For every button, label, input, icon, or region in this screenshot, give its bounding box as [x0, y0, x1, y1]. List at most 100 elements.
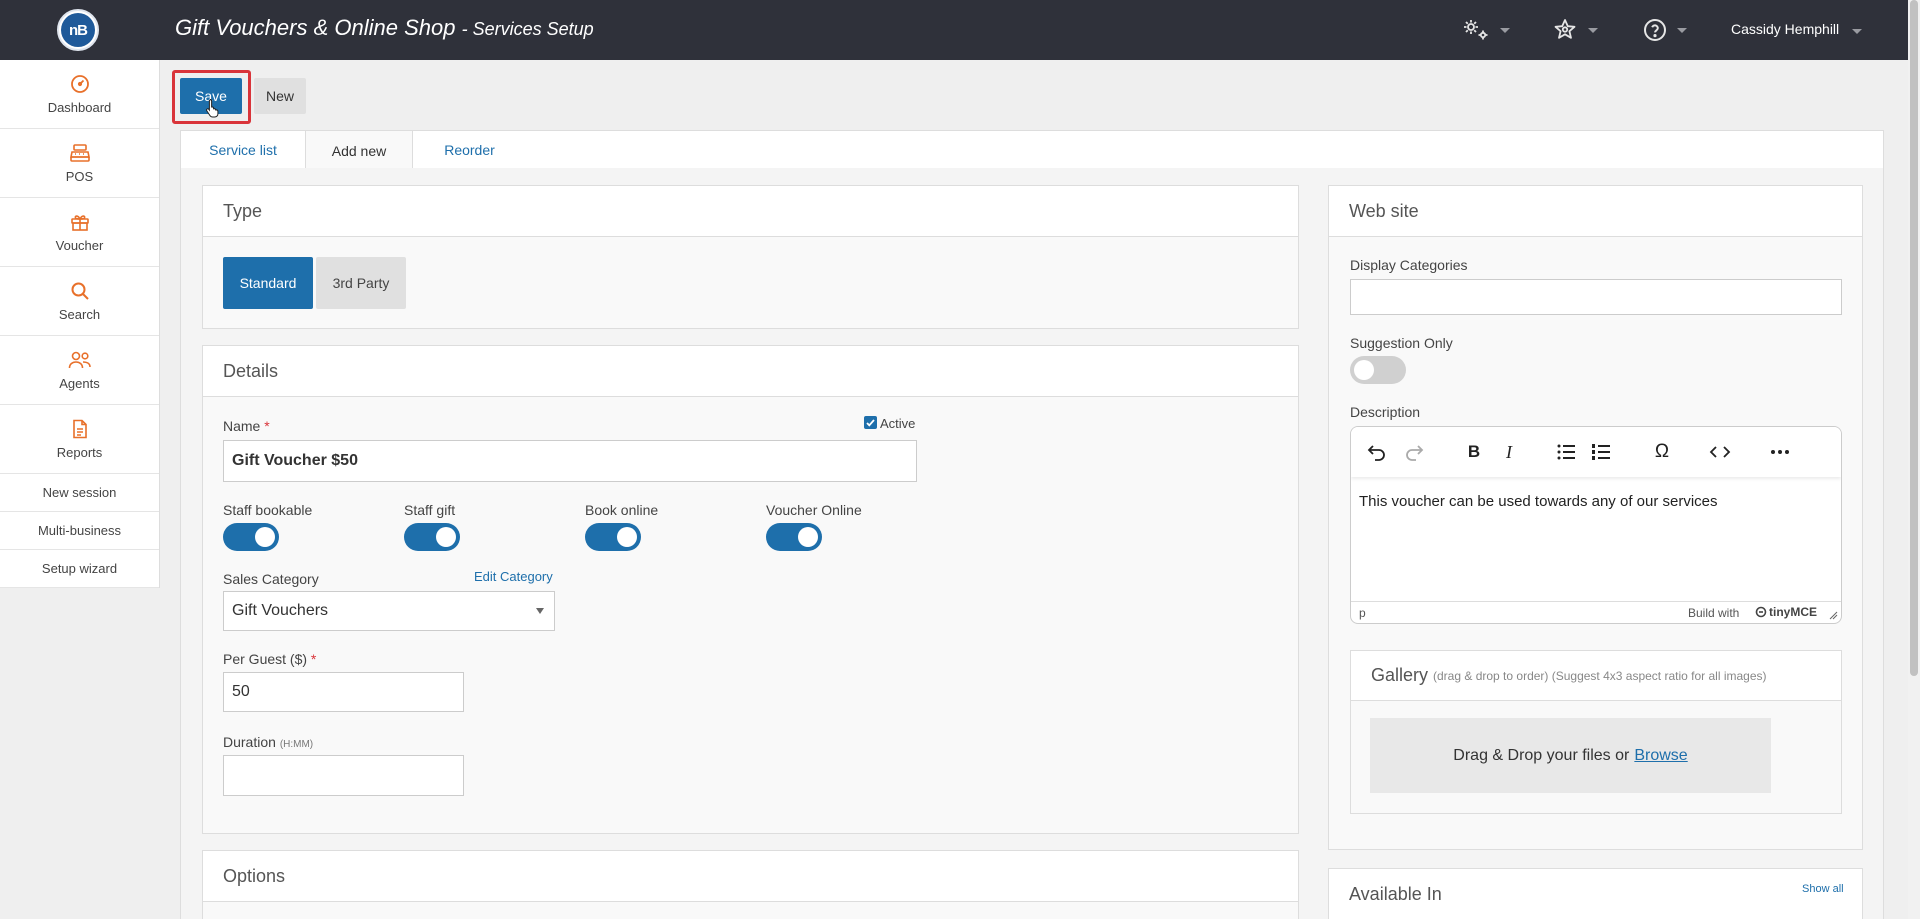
- bold-button[interactable]: B: [1463, 441, 1485, 463]
- staff-bookable-toggle[interactable]: [223, 523, 279, 551]
- agents-icon: [68, 351, 91, 368]
- source-code-button[interactable]: [1709, 441, 1731, 463]
- tab-service-list[interactable]: Service list: [181, 131, 305, 169]
- code-icon: [1709, 446, 1731, 458]
- special-char-button[interactable]: Ω: [1651, 441, 1673, 463]
- help-icon: [1644, 19, 1666, 41]
- sidebar-item-label: Reports: [56, 444, 103, 460]
- italic-button[interactable]: I: [1498, 441, 1520, 463]
- staff-bookable-label: Staff bookable: [223, 502, 313, 518]
- sidebar-link-new-session[interactable]: New session: [0, 474, 159, 512]
- duration-input[interactable]: [223, 755, 464, 796]
- duration-label: Duration (H:MM): [223, 734, 313, 750]
- sidebar: Dashboard POS Voucher Search Agents Repo…: [0, 60, 160, 588]
- type-3rd-party-button[interactable]: 3rd Party: [316, 257, 406, 309]
- undo-icon: [1367, 445, 1385, 461]
- omega-icon: Ω: [1654, 441, 1670, 462]
- sidebar-item-search[interactable]: Search: [0, 267, 159, 336]
- sales-category-label: Sales Category: [223, 571, 319, 587]
- logo-mark: nB: [61, 13, 95, 47]
- new-button[interactable]: New: [254, 78, 306, 114]
- sidebar-link-setup-wizard[interactable]: Setup wizard: [0, 550, 159, 588]
- help-menu[interactable]: [1643, 17, 1687, 43]
- resize-handle-icon[interactable]: [1829, 611, 1838, 620]
- duration-format-note: (H:MM): [279, 739, 314, 750]
- undo-button[interactable]: [1366, 441, 1388, 463]
- name-input[interactable]: Gift Voucher $50: [223, 440, 917, 482]
- description-content[interactable]: This voucher can be used towards any of …: [1359, 493, 1718, 510]
- tab-reorder[interactable]: Reorder: [413, 131, 526, 169]
- check-icon: [866, 418, 875, 427]
- staff-gift-toggle[interactable]: [404, 523, 460, 551]
- numbered-list-button[interactable]: [1590, 441, 1612, 463]
- available-in-panel: Available In: [1328, 868, 1863, 919]
- bullet-list-button[interactable]: [1555, 441, 1577, 463]
- gift-icon: [70, 214, 89, 231]
- staff-gift-label: Staff gift: [404, 502, 456, 518]
- redo-icon: [1406, 445, 1424, 461]
- suggestion-only-toggle[interactable]: [1350, 356, 1406, 384]
- per-guest-label-text: Per Guest ($): [223, 651, 308, 667]
- sidebar-item-dashboard[interactable]: Dashboard: [0, 60, 159, 129]
- tab-add-new[interactable]: Add new: [305, 131, 413, 170]
- book-online-toggle[interactable]: [585, 523, 641, 551]
- user-menu[interactable]: Cassidy Hemphill: [1731, 21, 1839, 37]
- sales-category-select[interactable]: Gift Vouchers: [223, 591, 555, 631]
- page-title: Gift Vouchers & Online Shop - Services S…: [175, 15, 594, 41]
- tools-menu[interactable]: [1552, 17, 1598, 43]
- dropdown-arrow-icon: [536, 608, 544, 614]
- chevron-down-icon: [1588, 27, 1598, 33]
- bullet-list-icon: [1557, 444, 1575, 460]
- options-panel-title: Options: [203, 851, 1298, 902]
- tab-bar: Service list Add new Reorder: [180, 130, 1884, 170]
- description-editor: B I Ω This voucher can be used towards a…: [1350, 426, 1842, 624]
- show-all-link[interactable]: Show all: [1802, 883, 1844, 895]
- sidebar-item-pos[interactable]: POS: [0, 129, 159, 198]
- settings-menu[interactable]: [1462, 17, 1510, 43]
- details-panel-title: Details: [203, 346, 1298, 397]
- star-tools-icon: [1554, 19, 1576, 39]
- display-categories-input[interactable]: [1350, 279, 1842, 315]
- description-label: Description: [1350, 404, 1421, 420]
- cash-register-icon: [69, 143, 90, 162]
- chevron-down-icon: [1677, 27, 1687, 33]
- tinymce-logo-icon: [1755, 606, 1767, 618]
- sidebar-item-label: Agents: [59, 375, 100, 391]
- options-panel: Options: [202, 850, 1299, 919]
- type-standard-button[interactable]: Standard: [223, 257, 313, 309]
- chevron-down-icon[interactable]: [1852, 29, 1862, 34]
- scrollbar-thumb[interactable]: [1910, 0, 1918, 676]
- mouse-cursor-icon: [206, 99, 219, 118]
- voucher-online-toggle[interactable]: [766, 523, 822, 551]
- search-icon: [71, 282, 89, 300]
- browse-link[interactable]: Browse: [1634, 747, 1687, 765]
- display-categories-label: Display Categories: [1350, 257, 1468, 273]
- app-logo[interactable]: nB: [57, 9, 99, 51]
- numbered-list-icon: [1592, 444, 1610, 460]
- sidebar-item-agents[interactable]: Agents: [0, 336, 159, 405]
- editor-brand-prefix: Build with: [1688, 606, 1740, 620]
- website-panel-title: Web site: [1329, 186, 1862, 237]
- book-online-label: Book online: [585, 502, 659, 518]
- sidebar-item-voucher[interactable]: Voucher: [0, 198, 159, 267]
- sidebar-item-label: Voucher: [55, 237, 104, 253]
- gallery-panel-title: Gallery (drag & drop to order) (Suggest …: [1351, 651, 1841, 701]
- per-guest-input[interactable]: 50: [223, 672, 464, 712]
- sidebar-item-label: Dashboard: [47, 99, 112, 115]
- sidebar-link-multi-business[interactable]: Multi-business: [0, 512, 159, 550]
- type-panel-title: Type: [203, 186, 1298, 237]
- edit-category-link[interactable]: Edit Category: [474, 569, 553, 584]
- editor-path: p: [1359, 606, 1366, 620]
- sidebar-item-reports[interactable]: Reports: [0, 405, 159, 474]
- sidebar-item-label: Search: [58, 306, 101, 322]
- gallery-hint: (drag & drop to order) (Suggest 4x3 aspe…: [1433, 668, 1767, 683]
- more-button[interactable]: [1769, 441, 1791, 463]
- sidebar-item-label: POS: [65, 168, 94, 184]
- dashboard-icon: [70, 74, 89, 93]
- more-icon: [1771, 450, 1789, 454]
- redo-button[interactable]: [1403, 441, 1425, 463]
- active-checkbox[interactable]: [864, 416, 877, 429]
- page-scrollbar[interactable]: [1908, 0, 1920, 919]
- gallery-dropzone[interactable]: Drag & Drop your files or Browse: [1370, 718, 1771, 793]
- editor-toolbar: B I Ω: [1351, 427, 1841, 477]
